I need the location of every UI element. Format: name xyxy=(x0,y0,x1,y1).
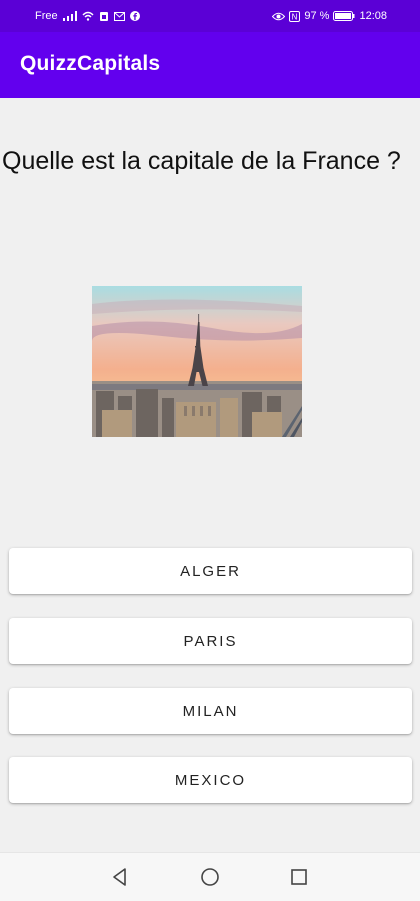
answer-button-mexico[interactable]: MEXICO xyxy=(9,757,412,803)
status-right: N 97 % 12:08 xyxy=(272,0,387,32)
clock: 12:08 xyxy=(359,10,387,22)
back-icon[interactable] xyxy=(108,865,132,889)
status-bar: Free N 97 % 12:08 xyxy=(0,0,420,32)
city-image xyxy=(92,286,302,437)
battery-icon xyxy=(333,11,355,21)
question-text: Quelle est la capitale de la France ? xyxy=(2,147,401,175)
answer-button-paris[interactable]: PARIS xyxy=(9,618,412,664)
answer-button-alger[interactable]: ALGER xyxy=(9,548,412,594)
navigation-bar xyxy=(0,852,420,901)
wifi-icon xyxy=(82,11,94,21)
eye-icon xyxy=(272,12,286,21)
nfc-icon: N xyxy=(289,10,301,22)
svg-text:N: N xyxy=(292,12,298,21)
sim-icon xyxy=(99,11,109,22)
mail-icon xyxy=(113,11,125,21)
app-title: QuizzCapitals xyxy=(20,52,161,75)
status-left: Free xyxy=(35,0,140,32)
answer-button-milan[interactable]: MILAN xyxy=(9,688,412,734)
signal-icon xyxy=(62,11,77,21)
carrier-label: Free xyxy=(35,10,58,22)
app-bar: QuizzCapitals xyxy=(0,32,420,98)
recents-icon[interactable] xyxy=(287,865,311,889)
battery-percent: 97 % xyxy=(304,10,330,22)
facebook-icon xyxy=(129,11,140,21)
home-icon[interactable] xyxy=(198,865,222,889)
